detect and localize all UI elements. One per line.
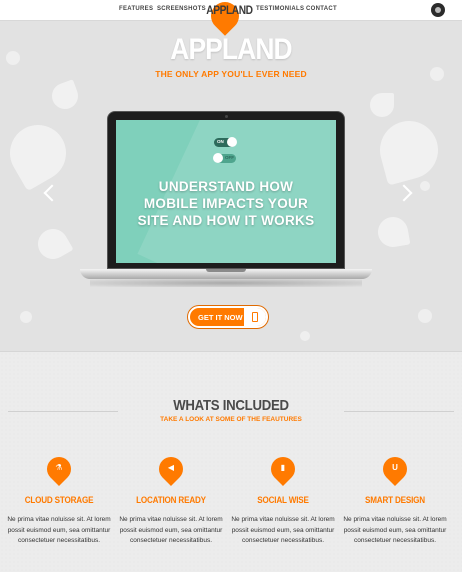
features-section: WHATS INCLUDED TAKE A LOOK AT SOME OF TH… [0,351,462,572]
hero-section: APPLAND THE ONLY APP YOU'LL EVER NEED ON… [0,21,462,351]
section-subtitle: TAKE A LOOK AT SOME OF THE FEAUTURES [160,416,302,423]
laptop-screen: ON OFF UNDERSTAND HOW MOBILE IMPACTS YOU… [116,120,336,263]
nav-link-screenshots[interactable]: SCREENSHOTS [157,6,206,12]
decor-blob [32,223,74,265]
decor-dot [418,309,432,323]
nav-logo[interactable]: APPLAND [206,3,253,17]
bar-chart-icon: ▮ [280,463,286,472]
feature-title: LOCATION READY [136,495,206,505]
cta-icon-area [244,308,266,326]
toggle-knob [213,153,223,163]
screen-headline-line: SITE AND HOW IT WORKS [137,213,315,228]
screen-headline-line: UNDERSTAND HOW [158,179,294,194]
decor-blob [48,79,82,113]
nav-link-testimonials[interactable]: TESTIMONIALS [256,6,304,12]
decor-dot [20,311,32,323]
toggle-knob [227,137,237,147]
hero-title: APPLAND [170,33,292,66]
decor-blob [0,114,77,192]
feature-text: Ne prima vitae noluisse sit. At lorem po… [7,516,111,544]
feature-title: SMART DESIGN [365,495,425,505]
hero-subtitle: THE ONLY APP YOU'LL EVER NEED [155,69,307,79]
screen-headline: UNDERSTAND HOW MOBILE IMPACTS YOUR SITE … [116,178,336,229]
decor-blob [373,114,445,186]
camera-dot [225,115,228,118]
feature-title: SOCIAL WISE [257,495,309,505]
toggle-on-switch[interactable]: ON [214,137,237,147]
chevron-right-icon[interactable] [395,184,413,202]
decor-dot [420,181,430,191]
feature-text: Ne prima vitae noluisse sit. At lorem po… [119,516,223,544]
screen-headline-line: MOBILE IMPACTS YOUR [143,196,309,211]
settings-dot-icon[interactable] [431,3,445,17]
decor-blob [375,214,411,250]
laptop-shadow [90,279,362,287]
toggle-off-label: OFF [225,155,234,160]
megaphone-icon: ◀ [167,463,175,472]
get-it-now-button[interactable]: GET IT NOW [188,306,268,328]
decor-blob [370,93,394,117]
phone-icon [252,312,258,322]
feature-title: CLOUD STORAGE [24,495,94,505]
decor-dot [300,331,310,341]
toggle-off-switch[interactable]: OFF [213,153,236,163]
section-title: WHATS INCLUDED [173,397,289,414]
toggle-on-label: ON [217,139,224,144]
nav-link-features[interactable]: FEATURES [119,6,153,12]
nav-link-contact[interactable]: CONTACT [306,6,337,12]
feature-text: Ne prima vitae noluisse sit. At lorem po… [231,516,335,544]
cta-label: GET IT NOW [198,313,243,322]
flask-icon: ⚗ [55,463,63,472]
decor-dot [6,51,20,65]
feature-text: Ne prima vitae noluisse sit. At lorem po… [343,516,447,544]
magnet-icon: U [392,463,398,472]
chevron-left-icon[interactable] [43,184,61,202]
laptop-notch [206,269,246,272]
